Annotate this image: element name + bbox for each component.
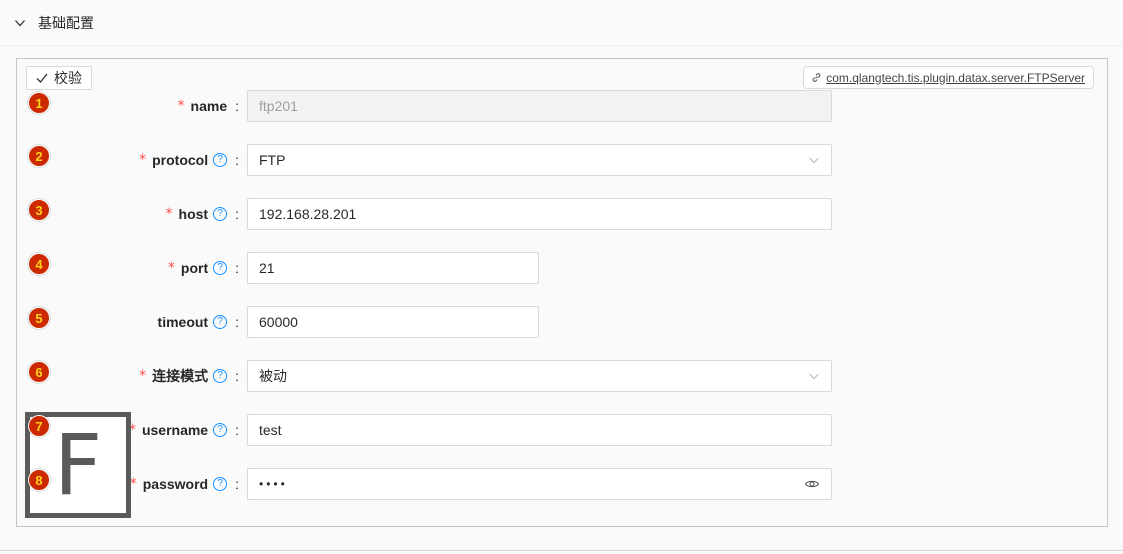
step-badge: 4 (28, 253, 50, 275)
port-input[interactable]: 21 (247, 252, 539, 284)
logo-letter: F (53, 416, 103, 514)
config-panel: 校验 com.qlangtech.tis.plugin.datax.server… (16, 58, 1108, 527)
form-row-timeout: 5 timeout ? : 60000 (17, 306, 1107, 338)
username-input[interactable]: test (247, 414, 832, 446)
label-text: protocol (152, 152, 209, 168)
form-row-protocol: 2 * protocol ? : FTP (17, 144, 1107, 176)
label-text: timeout (157, 314, 209, 330)
divider (0, 45, 1123, 46)
help-icon[interactable]: ? (213, 207, 228, 221)
field-label: * port ? : (168, 252, 239, 284)
password-value: •••• (259, 477, 288, 491)
chevron-down-icon (809, 157, 819, 164)
help-icon[interactable]: ? (213, 315, 228, 329)
field-label: * 连接模式 ? : (139, 360, 239, 392)
label-colon: : (235, 368, 239, 384)
section-title: 基础配置 (38, 15, 94, 31)
protocol-select[interactable]: FTP (247, 144, 832, 176)
username-value: test (259, 422, 282, 438)
required-mark: * (177, 98, 185, 114)
section-header[interactable]: 基础配置 (14, 12, 94, 34)
eye-icon[interactable] (804, 476, 820, 492)
host-value: 192.168.28.201 (259, 206, 357, 222)
timeout-input[interactable]: 60000 (247, 306, 539, 338)
step-badge: 3 (28, 199, 50, 221)
help-icon[interactable]: ? (213, 261, 228, 275)
connection-mode-select[interactable]: 被动 (247, 360, 832, 392)
form-row-host: 3 * host ? : 192.168.28.201 (17, 198, 1107, 230)
help-icon[interactable]: ? (213, 423, 228, 437)
divider (0, 550, 1123, 551)
field-label: * host ? : (166, 198, 239, 230)
plugin-class-text: com.qlangtech.tis.plugin.datax.server.FT… (826, 70, 1085, 85)
name-input[interactable]: ftp201 (247, 90, 832, 122)
label-text: port (180, 260, 209, 276)
form-row-connection-mode: 6 * 连接模式 ? : 被动 (17, 360, 1107, 392)
validate-button[interactable]: 校验 (26, 66, 92, 90)
step-badge: 5 (28, 307, 50, 329)
connection-mode-value: 被动 (259, 368, 287, 384)
required-mark: * (165, 206, 173, 222)
protocol-value: FTP (259, 152, 286, 168)
step-badge: 1 (28, 92, 50, 114)
label-colon: : (235, 314, 239, 330)
field-label: * protocol ? : (139, 144, 239, 176)
help-icon[interactable]: ? (213, 477, 228, 491)
form-row-port: 4 * port ? : 21 (17, 252, 1107, 284)
required-mark: * (167, 260, 175, 276)
label-colon: : (235, 476, 239, 492)
label-colon: : (235, 260, 239, 276)
field-label: * username ? : (129, 414, 239, 446)
required-mark: * (139, 368, 147, 384)
label-text: host (178, 206, 209, 222)
step-badge: 6 (28, 361, 50, 383)
step-badge: 7 (28, 415, 50, 437)
port-value: 21 (259, 260, 275, 276)
host-input[interactable]: 192.168.28.201 (247, 198, 832, 230)
form-row-password: 8 * password ? : •••• (17, 468, 1107, 500)
field-label: * password ? : (130, 468, 239, 500)
link-icon (812, 73, 821, 82)
label-text: password (142, 476, 209, 492)
name-value: ftp201 (259, 98, 298, 114)
label-colon: : (235, 152, 239, 168)
plugin-class-link[interactable]: com.qlangtech.tis.plugin.datax.server.FT… (803, 66, 1094, 89)
field-label: * name : (178, 90, 239, 122)
label-colon: : (235, 422, 239, 438)
password-input[interactable]: •••• (247, 468, 832, 500)
step-badge: 2 (28, 145, 50, 167)
label-text: 连接模式 (152, 368, 209, 384)
form-row-username: 7 * username ? : test (17, 414, 1107, 446)
label-colon: : (235, 206, 239, 222)
help-icon[interactable]: ? (213, 369, 228, 383)
label-text: username (141, 422, 209, 438)
timeout-value: 60000 (259, 314, 298, 330)
required-mark: * (139, 152, 147, 168)
help-icon[interactable]: ? (213, 153, 228, 167)
label-text: name (190, 98, 228, 114)
validate-label: 校验 (54, 70, 82, 86)
label-colon: : (235, 98, 239, 114)
step-badge: 8 (28, 469, 50, 491)
field-label: timeout ? : (158, 306, 239, 338)
chevron-down-icon (15, 20, 25, 27)
form-row-name: 1 * name : ftp201 (17, 90, 1107, 122)
chevron-down-icon (809, 373, 819, 380)
check-icon (36, 73, 48, 83)
